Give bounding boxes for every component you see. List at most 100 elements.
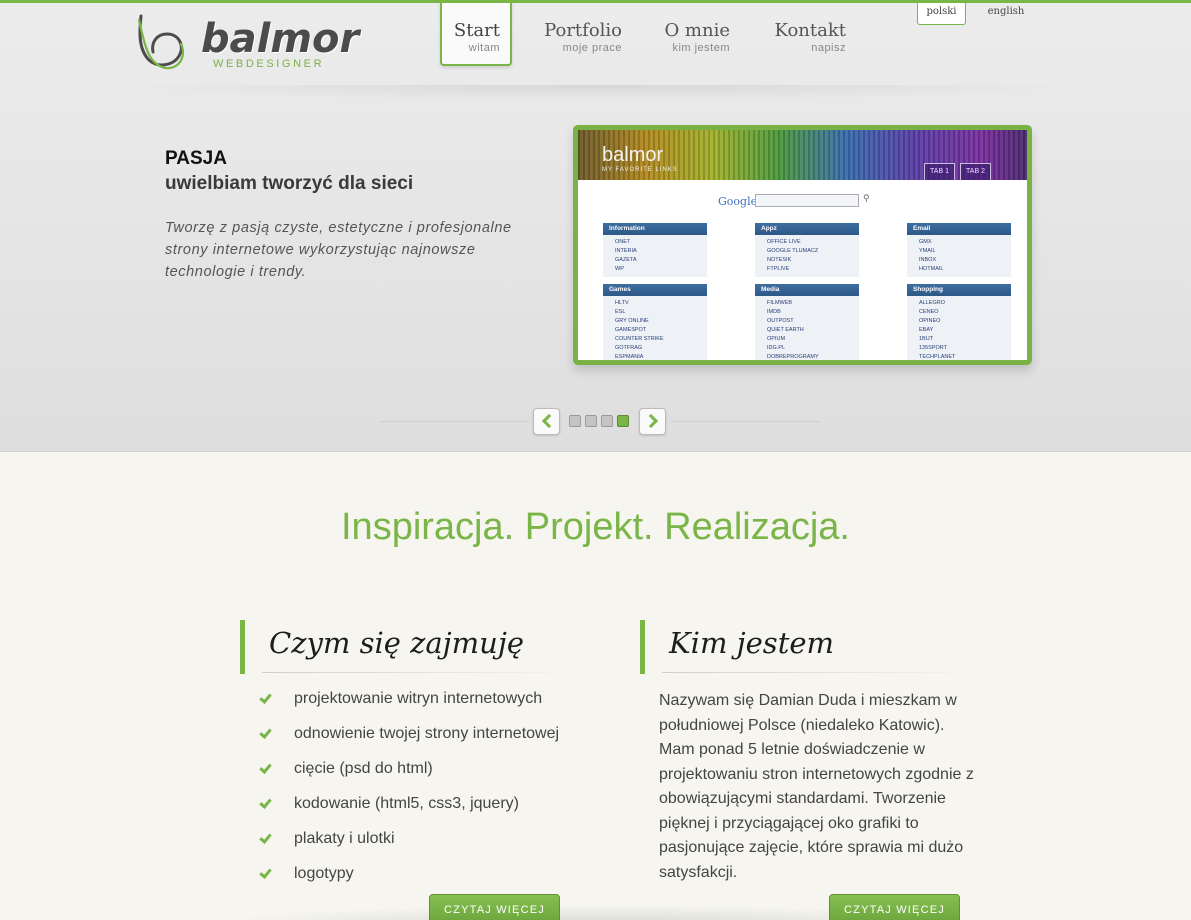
preview-link: YMAIL <box>919 248 936 254</box>
about-read-more-button[interactable]: CZYTAJ WIĘCEJ <box>829 894 960 920</box>
services-item-label: cięcie (psd do html) <box>294 760 433 777</box>
slide-subheading: uwielbiam tworzyć dla sieci <box>165 173 414 194</box>
preview-search-brand: Google <box>718 195 758 208</box>
preview-link: GMX <box>919 239 932 245</box>
preview-box-title: Information <box>603 223 707 235</box>
preview-link: 1BUT <box>919 336 934 342</box>
nav-item-start[interactable]: Start witam <box>440 0 512 66</box>
section-accent-bar <box>240 620 245 674</box>
preview-box: Appz OFFICE LIVE GOOGLE TLUMACZ NOTESIK … <box>755 223 859 277</box>
preview-link: 135SPORT <box>919 345 948 351</box>
nav-item-title: Kontakt <box>774 20 847 41</box>
preview-link: TECHPLANET <box>919 354 956 360</box>
preview-box: Media FILMWEB IMDB OUTPOST QUIET EARTH O… <box>755 284 859 360</box>
preview-link: IMDB <box>767 309 781 315</box>
preview-link: GRY ONLINE <box>615 318 649 324</box>
preview-link: DOBREPROGRAMY <box>767 354 819 360</box>
slider-dot[interactable] <box>601 415 613 427</box>
section-rule <box>262 672 582 673</box>
slider-dot[interactable] <box>585 415 597 427</box>
preview-box: Shopping ALLEGRO CENEO OPINEO EBAY 1BUT … <box>907 284 1011 360</box>
slide-text: Tworzę z pasją czyste, estetyczne i prof… <box>165 220 512 280</box>
about-text: Nazywam się Damian Duda i mieszkam w poł… <box>659 692 974 881</box>
preview-link: QUIET EARTH <box>767 327 804 333</box>
preview-link: NOTESIK <box>767 257 792 263</box>
lang-english[interactable]: english <box>982 0 1030 25</box>
preview-tab: TAB 1 <box>924 163 955 180</box>
logo-tagline: WEBDESIGNER <box>213 58 325 70</box>
nav-item-subtitle: kim jestem <box>672 42 730 54</box>
services-item-label: odnowienie twojej strony internetowej <box>294 725 560 742</box>
nav-item-portfolio[interactable]: Portfolio moje prace <box>538 0 622 66</box>
preview-link: GOTFRAG <box>615 345 643 351</box>
nav-item-title: Portfolio <box>544 20 622 41</box>
check-icon <box>259 797 271 809</box>
chevron-left-icon <box>541 413 557 429</box>
preview-link: FTPLIVE <box>767 266 790 272</box>
services-item-label: logotypy <box>294 865 354 882</box>
check-icon <box>259 692 271 704</box>
services-item-label: kodowanie (html5, css3, jquery) <box>294 795 519 812</box>
services-title: Czym się zajmuję <box>269 626 524 660</box>
preview-link: HOTMAIL <box>919 266 944 272</box>
preview-link: COUNTER STRIKE <box>615 336 664 342</box>
preview-link: WP <box>615 266 624 272</box>
preview-link: ESPMANIA <box>615 354 644 360</box>
section-accent-bar <box>640 620 645 674</box>
preview-subtitle: MY FAVORITE LINKS <box>602 167 678 173</box>
top-accent-line <box>0 0 1191 3</box>
slider-prev-button[interactable] <box>533 408 560 435</box>
services-read-more-button[interactable]: CZYTAJ WIĘCEJ <box>429 894 560 920</box>
nav-item-o-mnie[interactable]: O mnie kim jestem <box>660 0 730 66</box>
preview-link: EBAY <box>919 327 934 333</box>
preview-link: FILMWEB <box>767 300 793 306</box>
chevron-right-icon <box>643 413 659 429</box>
slide-heading: PASJA <box>165 148 227 169</box>
nav-item-kontakt[interactable]: Kontakt napisz <box>766 0 847 66</box>
nav-item-subtitle: moje prace <box>562 42 622 54</box>
header: balmor WEBDESIGNER Start witam Portfolio… <box>0 0 1191 452</box>
preview-link: HLTV <box>615 300 629 306</box>
slider-divider <box>380 421 530 422</box>
preview-link: GOOGLE TLUMACZ <box>767 248 819 254</box>
preview-box-title: Appz <box>755 223 859 235</box>
preview-search-box <box>755 194 859 207</box>
preview-link: OFFICE LIVE <box>767 239 801 245</box>
preview-link: OUTPOST <box>767 318 794 324</box>
nav-item-title: Start <box>453 20 500 41</box>
slider-dot[interactable] <box>569 415 581 427</box>
preview-tab: TAB 2 <box>960 163 991 180</box>
nav-item-title: O mnie <box>664 20 730 41</box>
about-title: Kim jestem <box>669 626 835 660</box>
preview-title: balmor <box>602 144 664 166</box>
preview-link: INBOX <box>919 257 937 263</box>
preview-box-title: Media <box>755 284 859 296</box>
preview-link: GAZETA <box>615 257 637 263</box>
section-rule <box>662 672 982 673</box>
preview-box: Games HLTV ESL GRY ONLINE GAMESPOT COUNT… <box>603 284 707 360</box>
preview-link: ESL <box>615 309 626 315</box>
slider-next-button[interactable] <box>639 408 666 435</box>
slide-preview-image[interactable]: balmor MY FAVORITE LINKS TAB 1 TAB 2 Goo… <box>573 125 1032 365</box>
check-icon <box>259 727 271 739</box>
check-icon <box>259 762 271 774</box>
check-icon <box>259 867 271 879</box>
preview-link: IDG.PL <box>767 345 786 351</box>
preview-link: INTERIA <box>615 248 637 254</box>
preview-search-icon: ⚲ <box>863 193 870 203</box>
preview-link: GAMESPOT <box>615 327 647 333</box>
preview-link: ONET <box>615 239 631 245</box>
header-shadow <box>120 85 1080 101</box>
logo-name: balmor <box>201 16 360 62</box>
slider-dot-active[interactable] <box>617 415 629 427</box>
services-item-label: projektowanie witryn internetowych <box>294 690 543 707</box>
check-icon <box>259 832 271 844</box>
logo[interactable]: balmor WEBDESIGNER <box>135 14 359 74</box>
logo-mark-icon <box>137 14 185 70</box>
preview-box-title: Games <box>603 284 707 296</box>
preview-box-title: Email <box>907 223 1011 235</box>
nav-item-subtitle: witam <box>468 42 500 54</box>
lang-polski[interactable]: polski <box>917 0 966 25</box>
nav-item-subtitle: napisz <box>811 42 846 54</box>
preview-link: CENEO <box>919 309 939 315</box>
